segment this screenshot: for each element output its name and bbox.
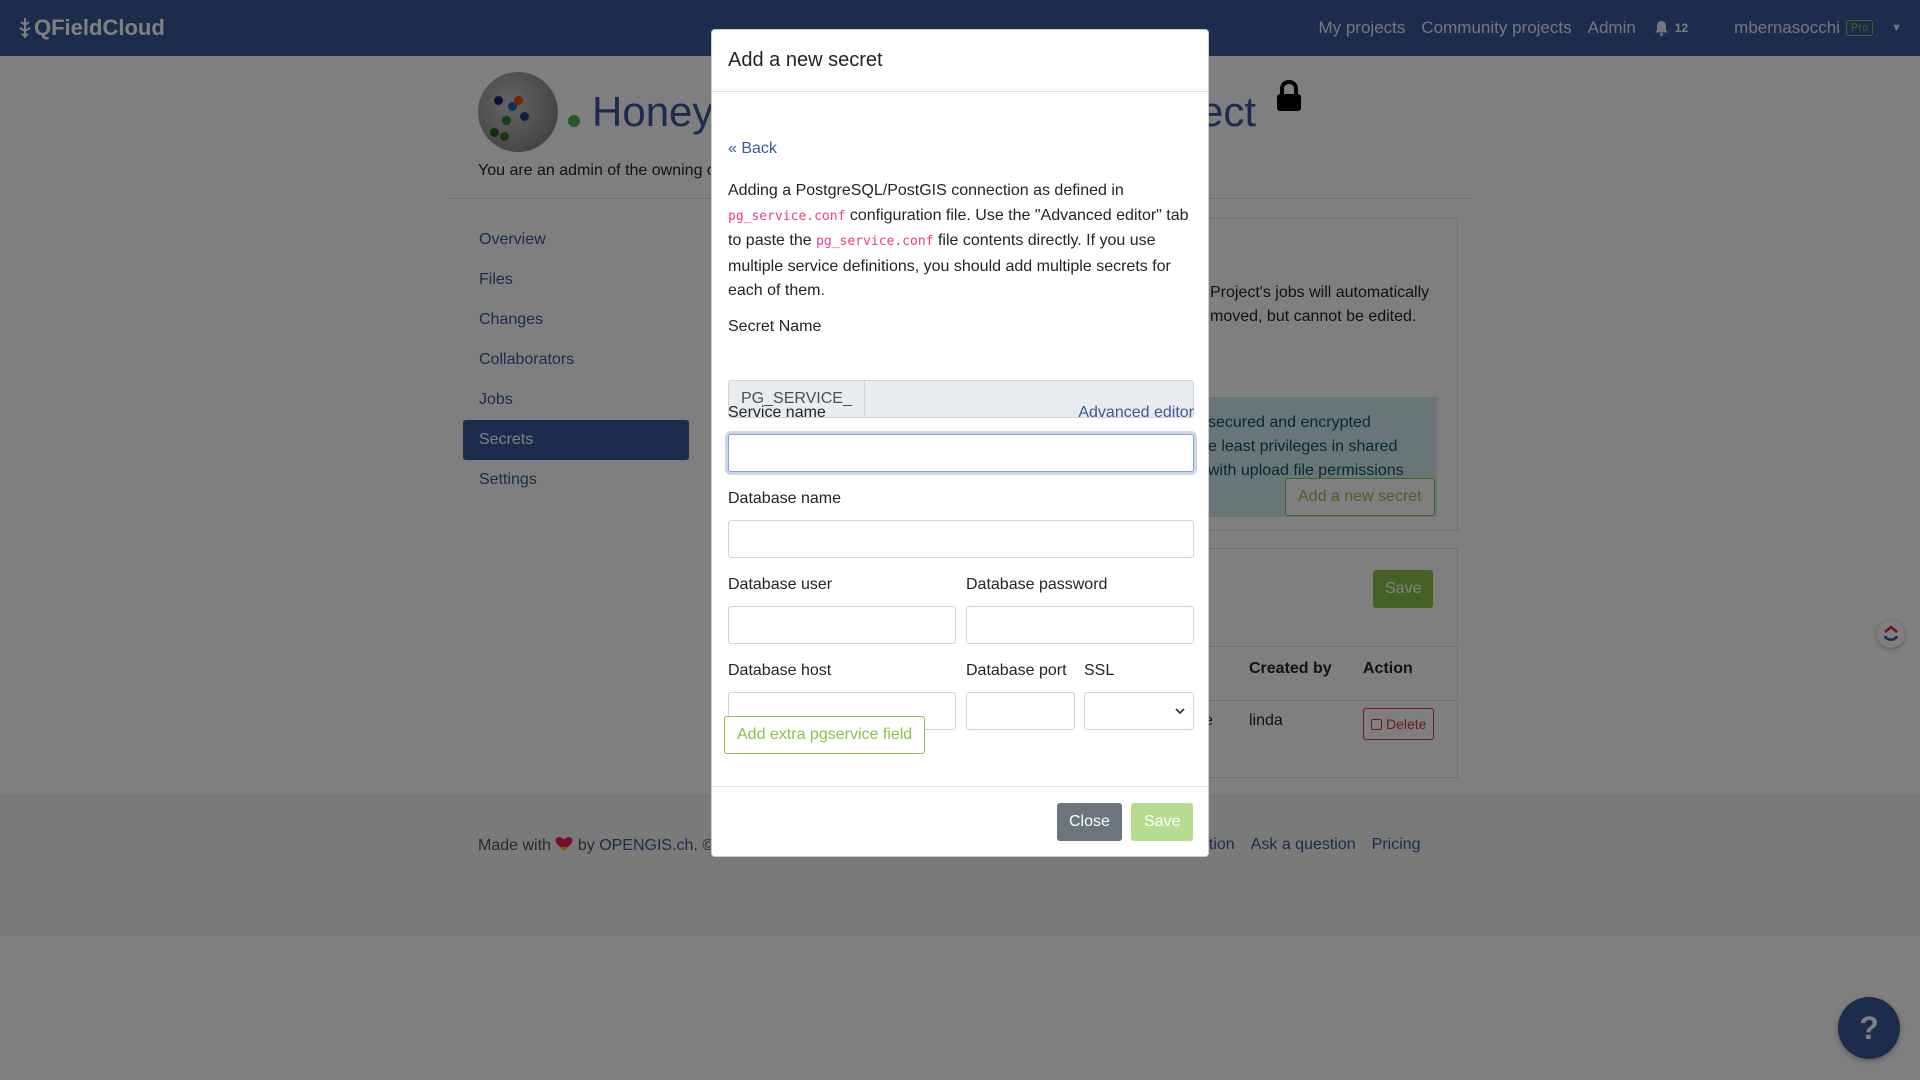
database-host-label: Database host — [728, 662, 832, 679]
intro-text: Adding a PostgreSQL/PostGIS connection a… — [728, 179, 1194, 304]
database-password-label: Database password — [966, 576, 1108, 593]
save-button[interactable]: Save — [1131, 803, 1194, 841]
add-secret-modal: Add a new secret « Back Adding a Postgre… — [711, 29, 1209, 857]
database-port-input[interactable] — [966, 692, 1075, 730]
ssl-label: SSL — [1084, 662, 1115, 679]
service-name-label: Service name — [728, 404, 826, 421]
modal-header: Add a new secret — [712, 30, 1208, 92]
database-name-input[interactable] — [728, 520, 1194, 558]
intro-part: Adding a PostgreSQL/PostGIS connection a… — [728, 182, 1124, 199]
ssl-select[interactable] — [1084, 692, 1194, 730]
close-button[interactable]: Close — [1057, 803, 1122, 841]
service-name-input[interactable] — [728, 434, 1194, 472]
chevron-down-icon — [1175, 707, 1185, 714]
database-port-label: Database port — [966, 662, 1067, 679]
modal-title: Add a new secret — [728, 49, 883, 71]
database-user-input[interactable] — [728, 606, 956, 644]
secret-name-label: Secret Name — [728, 318, 822, 335]
modal-footer: Close Save — [712, 786, 1208, 856]
database-password-input[interactable] — [966, 606, 1194, 644]
advanced-editor-link[interactable]: Advanced editor — [1078, 404, 1194, 422]
code-pg-service: pg_service.conf — [728, 208, 846, 224]
back-link[interactable]: « Back — [728, 140, 777, 158]
database-name-label: Database name — [728, 490, 841, 507]
code-pg-service: pg_service.conf — [816, 234, 934, 250]
database-user-label: Database user — [728, 576, 833, 593]
add-extra-pgservice-field-button[interactable]: Add extra pgservice field — [724, 716, 926, 754]
